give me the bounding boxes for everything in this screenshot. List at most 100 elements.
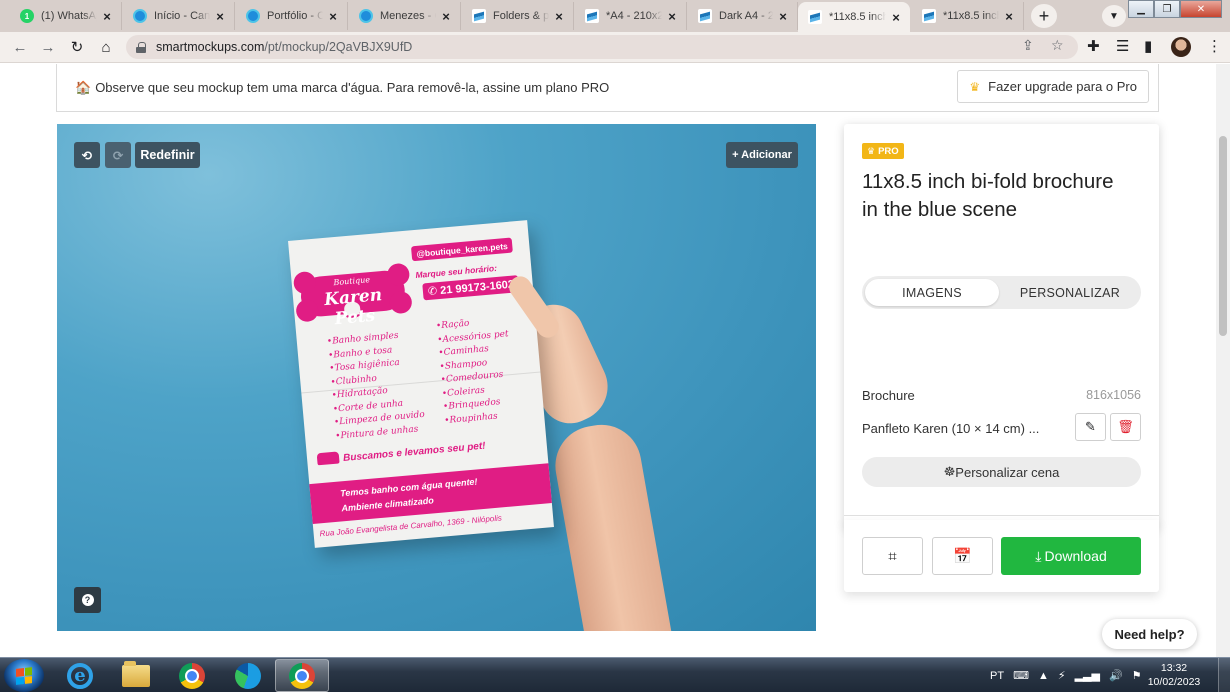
crown-icon: ♛ xyxy=(867,145,876,156)
close-tab-icon[interactable]: × xyxy=(666,9,678,24)
action-center-flag-icon[interactable]: ⚑ xyxy=(1132,669,1142,682)
add-element-button[interactable]: + Adicionar xyxy=(726,142,798,168)
show-desktop-button[interactable] xyxy=(1218,658,1230,692)
home-icon[interactable]: ⌂ xyxy=(94,36,118,58)
page-scrollbar[interactable] xyxy=(1216,64,1230,657)
volume-icon[interactable]: 🔊 xyxy=(1109,669,1123,682)
close-tab-icon[interactable]: × xyxy=(327,9,339,24)
taskbar-edge[interactable] xyxy=(221,659,275,692)
mockup-canvas[interactable]: ⟲ ⟳ Redefinir + Adicionar Boutique Karen… xyxy=(57,124,816,631)
back-arrow-icon[interactable]: ← xyxy=(8,36,32,58)
network-icon[interactable]: ⚡ xyxy=(1058,669,1066,682)
scrollbar-thumb[interactable] xyxy=(1219,136,1227,336)
customize-scene-button[interactable]: ☸ Personalizar cena xyxy=(862,457,1141,487)
close-tab-icon[interactable]: × xyxy=(101,9,113,24)
close-tab-icon[interactable]: × xyxy=(777,9,789,24)
calendar-save-icon: 📅 xyxy=(953,548,972,565)
need-help-button[interactable]: Need help? xyxy=(1102,619,1197,649)
taskbar-chrome-active[interactable] xyxy=(275,659,329,692)
redo-button[interactable]: ⟳ xyxy=(105,142,131,168)
tab-a4[interactable]: *A4 - 210x297 × xyxy=(575,2,687,30)
car-icon xyxy=(316,451,340,466)
share-icon[interactable]: ⇪ xyxy=(1022,37,1034,54)
tab-whatsapp[interactable]: 1 (1) WhatsApp × xyxy=(10,2,122,30)
customize-scene-label: Personalizar cena xyxy=(955,464,1060,480)
mockup-title: 11x8.5 inch bi-fold brochure in the blue… xyxy=(862,170,1114,221)
close-tab-icon[interactable]: × xyxy=(214,9,226,24)
tab-images[interactable]: IMAGENS xyxy=(865,279,999,306)
undo-button[interactable]: ⟲ xyxy=(74,142,100,168)
delete-image-button[interactable]: 🗑 xyxy=(1110,413,1141,441)
smartmockups-icon xyxy=(585,9,599,23)
extensions-puzzle-icon[interactable]: ✚ xyxy=(1087,37,1100,55)
language-indicator[interactable]: PT xyxy=(990,670,1004,682)
tab-dark-a4[interactable]: Dark A4 - 2 × xyxy=(688,2,798,30)
upgrade-pro-button[interactable]: ♛ Fazer upgrade para o Pro xyxy=(957,70,1149,103)
taskbar-file-explorer[interactable] xyxy=(109,659,163,692)
new-tab-button[interactable]: + xyxy=(1031,4,1057,28)
edit-image-button[interactable]: ✎ xyxy=(1075,413,1106,441)
panel-tab-switch: IMAGENS PERSONALIZAR xyxy=(862,276,1141,309)
maximize-icon[interactable]: ❐ xyxy=(1154,0,1180,18)
close-tab-icon[interactable]: × xyxy=(440,9,452,24)
reading-list-icon[interactable]: ☰ xyxy=(1116,37,1129,55)
uploaded-file-name: Panfleto Karen (10 × 14 cm) ... xyxy=(862,421,1040,436)
tab-title: Portfólio - Canva xyxy=(267,10,323,22)
palette-icon: ☸ xyxy=(943,464,956,479)
tab-search-chevron-icon[interactable]: ▼ xyxy=(1102,5,1126,27)
taskbar-internet-explorer[interactable]: e xyxy=(53,659,107,692)
tab-canva-portfolio[interactable]: Portfólio - Canva × xyxy=(236,2,348,30)
forward-arrow-icon[interactable]: → xyxy=(36,36,60,58)
hand-arm xyxy=(549,418,679,631)
url-host: smartmockups.com xyxy=(156,40,265,54)
tab-folders[interactable]: Folders & panfletos × xyxy=(462,2,574,30)
reload-icon[interactable]: ↻ xyxy=(65,36,89,58)
redo-icon: ⟳ xyxy=(112,148,124,163)
tab-canva-menezes[interactable]: Menezes - Canva × xyxy=(349,2,461,30)
clock-time: 13:32 xyxy=(1160,662,1188,674)
browser-menu-icon[interactable]: ⋮ xyxy=(1207,37,1222,55)
smartmockups-icon xyxy=(922,9,936,23)
tab-customize[interactable]: PERSONALIZAR xyxy=(1002,279,1138,306)
taskbar-chrome[interactable] xyxy=(165,659,219,692)
minimize-icon[interactable]: ▁ xyxy=(1128,0,1154,18)
close-tab-icon[interactable]: × xyxy=(890,10,902,25)
download-button[interactable]: ⤓ Download xyxy=(1001,537,1141,575)
services-left-list: Banho simples Banho e tosa Tosa higiênic… xyxy=(326,328,426,444)
download-icon: ⤓ xyxy=(1035,547,1042,564)
close-tab-icon[interactable]: × xyxy=(553,9,565,24)
close-window-icon[interactable]: ✕ xyxy=(1180,0,1222,18)
canvas-help-button[interactable]: ? xyxy=(74,587,101,613)
keyboard-icon[interactable]: ⌨ xyxy=(1013,669,1029,682)
download-label: Download xyxy=(1044,548,1107,564)
system-clock[interactable]: 13:32 10/02/2023 xyxy=(1147,661,1201,689)
help-question-icon: ? xyxy=(81,594,94,606)
crop-button[interactable]: ⌗ xyxy=(862,537,923,575)
file-explorer-icon xyxy=(122,660,150,687)
brochure-mockup: Boutique Karen Pets @boutique_karen.pets… xyxy=(288,220,554,548)
chrome-icon xyxy=(179,662,205,689)
close-tab-icon[interactable]: × xyxy=(1003,9,1015,24)
tab-brochure-2[interactable]: *11x8.5 inch × xyxy=(912,2,1024,30)
panel-divider xyxy=(844,515,1159,516)
tab-brochure-active[interactable]: *11x8.5 inch × xyxy=(798,2,910,32)
bookmark-star-icon[interactable]: ☆ xyxy=(1051,37,1064,54)
layer-size: 816x1056 xyxy=(1086,388,1141,402)
profile-avatar[interactable] xyxy=(1171,37,1191,57)
bone-logo: Boutique Karen Pets xyxy=(299,269,407,329)
url-path: /pt/mockup/2QaVBJX9UfD xyxy=(264,40,413,54)
tab-canva-inicio[interactable]: Início - Canva × xyxy=(123,2,235,30)
pickup-text: Buscamos e levamos seu pet! xyxy=(342,440,486,465)
house-icon: 🏠 xyxy=(75,79,92,95)
tab-title: *A4 - 210x297 xyxy=(606,10,662,22)
signal-icon[interactable]: ▂▃▅ xyxy=(1075,669,1100,682)
tray-expand-icon[interactable]: ▲ xyxy=(1038,670,1049,682)
reset-button[interactable]: Redefinir xyxy=(135,142,200,168)
start-button[interactable] xyxy=(4,659,44,692)
instagram-handle: @boutique_karen.pets xyxy=(410,237,514,262)
browser-toolbar: ← → ↻ ⌂ smartmockups.com/pt/mockup/2QaVB… xyxy=(0,32,1230,63)
tab-title: Menezes - Canva xyxy=(380,10,436,22)
save-calendar-button[interactable]: 📅 xyxy=(932,537,993,575)
address-bar[interactable]: smartmockups.com/pt/mockup/2QaVBJX9UfD xyxy=(126,35,1078,59)
side-panel-icon[interactable]: ▮ xyxy=(1144,37,1152,55)
